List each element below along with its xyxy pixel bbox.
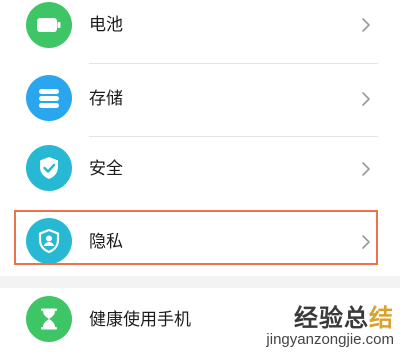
settings-item-label: 安全: [89, 159, 123, 179]
settings-item-label: 电池: [89, 15, 123, 35]
chevron-right-icon: [362, 162, 370, 176]
shield-check-icon: [26, 145, 72, 191]
storage-icon: [26, 75, 72, 121]
chevron-right-icon: [362, 92, 370, 106]
hourglass-icon: [26, 296, 72, 342]
settings-item-storage[interactable]: 存储: [0, 63, 400, 135]
settings-item-battery[interactable]: 电池: [0, 0, 400, 61]
highlight-box: [14, 210, 378, 265]
settings-item-security[interactable]: 安全: [0, 134, 400, 206]
settings-item-label: 存储: [89, 89, 123, 109]
settings-item-label: 健康使用手机: [89, 310, 191, 330]
chevron-right-icon: [362, 18, 370, 32]
settings-item-digital-balance[interactable]: 健康使用手机: [0, 287, 400, 359]
battery-icon: [26, 2, 72, 48]
